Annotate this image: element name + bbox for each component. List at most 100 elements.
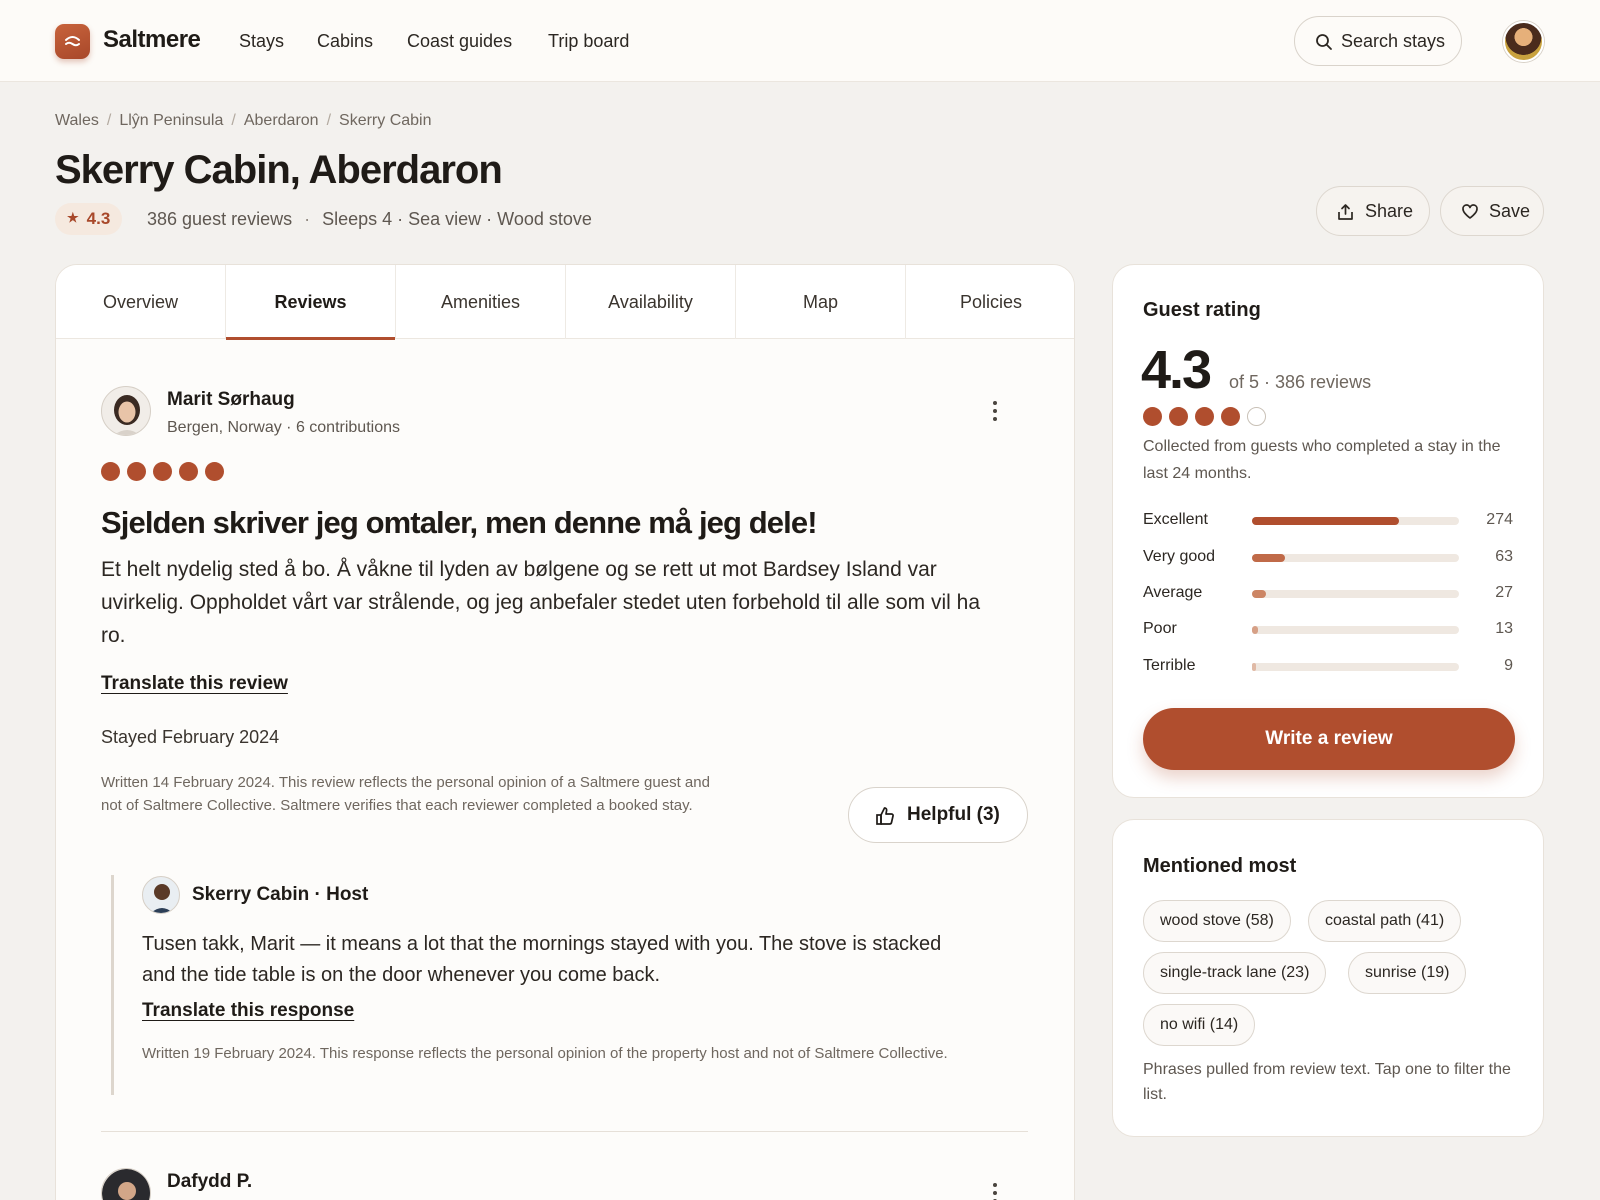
listing-tabs: Overview Reviews Amenities Availability … (56, 265, 1074, 340)
tab-overview[interactable]: Overview (56, 265, 226, 339)
reviewer-avatar[interactable] (101, 1168, 151, 1200)
share-button[interactable]: Share (1316, 186, 1430, 236)
meta-separator: · (304, 209, 311, 229)
review-count-link[interactable]: 386 guest reviews (147, 209, 292, 229)
rating-bar-track[interactable] (1252, 517, 1459, 525)
tab-availability[interactable]: Availability (566, 265, 736, 339)
review-headline: Sjelden skriver jeg omtaler, men denne m… (101, 505, 818, 540)
rating-bar-fill (1252, 626, 1259, 634)
breadcrumb-llyn-peninsula[interactable]: Llŷn Peninsula (119, 112, 223, 129)
search-stays-label: Search stays (1341, 31, 1446, 51)
rating-bar-count: 63 (1495, 548, 1513, 565)
reviews-panel: Overview Reviews Amenities Availability … (55, 264, 1075, 1200)
breadcrumb-aberdaron[interactable]: Aberdaron (244, 112, 319, 129)
tab-policies[interactable]: Policies (906, 265, 1074, 339)
search-icon (1316, 34, 1332, 50)
rating-dot-filled (205, 462, 224, 481)
tab-map[interactable]: Map (736, 265, 906, 339)
nav-link-trip-board[interactable]: Trip board (548, 31, 629, 52)
guest-rating-dots (1143, 407, 1273, 431)
listing-features: Sleeps 4 · Sea view · Wood stove (322, 209, 592, 229)
rating-bar-label: Very good (1143, 548, 1216, 565)
rating-dot-filled (1169, 407, 1188, 426)
logo-icon[interactable] (55, 24, 90, 59)
rating-bar-count: 9 (1504, 657, 1513, 674)
rating-bar-fill (1252, 554, 1286, 562)
stay-date: Stayed February 2024 (101, 727, 280, 747)
share-icon (1338, 204, 1353, 220)
guest-rating-score: 4.3 (1141, 340, 1212, 400)
host-response-body: Tusen takk, Marit — it means a lot that … (142, 933, 942, 986)
phrase-chip[interactable]: wood stove (58) (1143, 900, 1291, 942)
star-icon: ★ (67, 210, 79, 225)
review-divider (101, 1131, 1028, 1132)
listing-meta: 386 guest reviews · Sleeps 4 · Sea view · … (147, 209, 592, 230)
rating-bar-track[interactable] (1252, 663, 1459, 671)
response-disclaimer: Written 19 February 2024. This response … (142, 1045, 948, 1062)
breadcrumb-separator: / (231, 112, 236, 129)
nav-link-cabins[interactable]: Cabins (317, 31, 373, 52)
guest-rating-note: Collected from guests who completed a st… (1143, 438, 1501, 482)
rating-bar-fill (1252, 590, 1267, 598)
breadcrumb-separator: / (326, 112, 332, 129)
rating-dot-filled (153, 462, 172, 481)
rating-bar-count: 13 (1495, 620, 1513, 637)
breadcrumb-wales[interactable]: Wales (55, 112, 99, 129)
rating-dot-empty (1247, 407, 1266, 426)
rating-bar-fill (1252, 517, 1399, 525)
breadcrumb: Wales / Llŷn Peninsula / Aberdaron / Skerry Ca… (55, 112, 432, 130)
phrase-chip[interactable]: coastal path (41) (1308, 900, 1462, 942)
rating-dot-filled (127, 462, 146, 481)
rating-bar-label: Average (1143, 584, 1203, 601)
rating-bar-track[interactable] (1252, 554, 1459, 562)
helpful-label: Helpful (3) (907, 804, 1000, 825)
nav-link-coast-guides[interactable]: Coast guides (407, 31, 512, 52)
mentioned-most-title: Mentioned most (1143, 855, 1297, 877)
host-name: Skerry Cabin · Host (192, 884, 369, 905)
tab-reviews[interactable]: Reviews (226, 265, 396, 340)
heart-icon (1462, 204, 1478, 219)
rating-dot-filled (101, 462, 120, 481)
write-review-button[interactable]: Write a review (1143, 708, 1515, 770)
rating-bar-track[interactable] (1252, 626, 1459, 634)
phrase-chip[interactable]: no wifi (14) (1143, 1004, 1256, 1046)
rating-bar-count: 27 (1495, 584, 1513, 601)
rating-bar-fill (1252, 663, 1257, 671)
review-disclaimer: Written 14 February 2024. This review re… (101, 774, 710, 814)
reviewer-name[interactable]: Dafydd P. (167, 1171, 252, 1193)
phrase-chip[interactable]: sunrise (19) (1348, 952, 1467, 994)
rating-bar-label: Excellent (1143, 511, 1208, 528)
rating-bar-label: Poor (1143, 620, 1177, 637)
review-rating-dots (101, 462, 231, 486)
review-body: Et helt nydelig sted å bo. Å våkne til l… (101, 558, 981, 647)
rating-bar-track[interactable] (1252, 590, 1459, 598)
user-avatar[interactable] (1503, 21, 1544, 62)
rating-dot-filled (179, 462, 198, 481)
mentioned-most-note: Phrases pulled from review text. Tap one… (1143, 1061, 1511, 1103)
breadcrumb-skerry-cabin: Skerry Cabin (339, 112, 432, 129)
rating-dot-filled (1221, 407, 1240, 426)
phrase-chip[interactable]: single-track lane (23) (1143, 952, 1327, 994)
translate-review-link[interactable]: Translate this review (101, 673, 288, 695)
brand-name[interactable]: Saltmere (103, 26, 201, 54)
thumbs-up-icon (876, 807, 894, 825)
guest-rating-title: Guest rating (1143, 299, 1261, 321)
nav-link-stays[interactable]: Stays (239, 31, 284, 52)
rating-dot-filled (1195, 407, 1214, 426)
helpful-button[interactable]: Helpful (3) (848, 787, 1028, 843)
rating-value: 4.3 (86, 209, 111, 228)
more-options-icon[interactable] (983, 399, 1007, 423)
response-quote-bar (111, 875, 114, 1095)
tab-amenities[interactable]: Amenities (396, 265, 566, 339)
reviewer-name[interactable]: Marit Sørhaug (167, 389, 295, 411)
mentioned-most-card: Mentioned most wood stove (58) coastal p… (1112, 819, 1544, 1137)
save-label: Save (1489, 201, 1531, 221)
more-options-icon[interactable] (983, 1181, 1007, 1200)
reviewer-avatar[interactable] (101, 386, 151, 436)
reviewer-meta: Bergen, Norway · 6 contributions (167, 419, 400, 436)
translate-response-link[interactable]: Translate this response (142, 1000, 354, 1022)
search-stays-button[interactable]: Search stays (1294, 16, 1462, 66)
guest-rating-meta: of 5 · 386 reviews (1229, 372, 1372, 392)
save-button[interactable]: Save (1440, 186, 1544, 236)
rating-bar-label: Terrible (1143, 657, 1196, 674)
